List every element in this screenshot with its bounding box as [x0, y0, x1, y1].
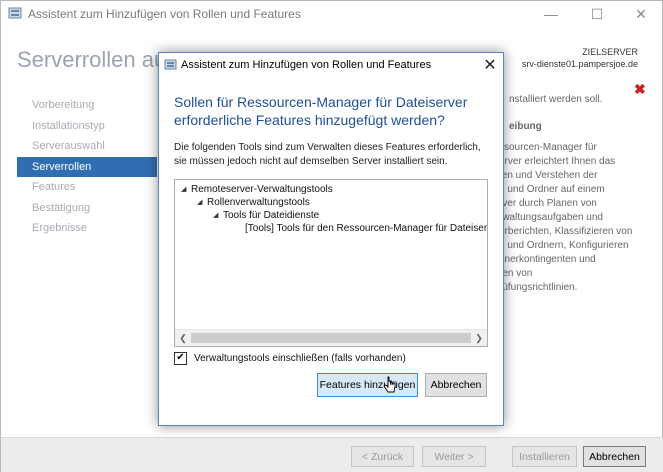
nav-item-vorbereitung[interactable]: Vorbereitung	[17, 95, 157, 116]
tree-item-label: Tools für Dateidienste	[223, 210, 320, 221]
description-text: ssourcen-Manager für erver erleichtert I…	[499, 141, 659, 295]
next-button[interactable]: Weiter >	[422, 446, 486, 467]
expand-triangle-icon[interactable]: ◢	[197, 196, 207, 210]
nav-item-features[interactable]: Features	[17, 177, 157, 198]
description-line: rwaltungsaufgaben und	[499, 212, 603, 223]
tree-item[interactable]: ◢ Tools für Dateidienste	[213, 209, 319, 223]
dialog-info: Die folgenden Tools sind zum Verwalten d…	[174, 141, 494, 168]
description-line: rüfungsrichtlinien.	[499, 282, 578, 293]
include-tools-checkbox[interactable]: ✔	[174, 351, 187, 365]
horizontal-scrollbar[interactable]: ❮ ❯	[175, 329, 487, 346]
dialog-info-line: sie müssen jedoch nicht auf demselben Se…	[174, 155, 448, 167]
dialog-heading-line: erforderliche Features hinzugefügt werde…	[174, 112, 445, 128]
window-titlebar: Assistent zum Hinzufügen von Rollen und …	[1, 1, 663, 27]
install-button[interactable]: Installieren	[512, 446, 577, 467]
server-manager-icon	[8, 7, 22, 19]
tree-item[interactable]: [Tools] Tools für den Ressourcen-Manager…	[245, 222, 488, 236]
scroll-right-icon[interactable]: ❯	[473, 332, 485, 344]
server-manager-icon	[164, 59, 177, 70]
expand-triangle-icon[interactable]: ◢	[181, 183, 191, 197]
maximize-icon[interactable]: ☐	[574, 1, 620, 27]
dialog-titlebar: Assistent zum Hinzufügen von Rollen und …	[159, 53, 503, 77]
expand-triangle-icon[interactable]: ◢	[213, 209, 223, 223]
dialog-close-icon[interactable]: ✕	[479, 55, 501, 75]
description-line: dnerkontingenten und	[499, 254, 596, 265]
instruction-text: nstalliert werden soll.	[509, 94, 603, 105]
target-server-name: srv-dienste01.pampersjoe.de	[521, 59, 638, 69]
dialog-cancel-button[interactable]: Abbrechen	[425, 373, 487, 397]
description-line: erver erleichtert Ihnen das	[499, 156, 616, 167]
dialog-info-line: Die folgenden Tools sind zum Verwalten d…	[174, 142, 481, 153]
description-line: ren von	[499, 268, 533, 279]
dialog-title: Assistent zum Hinzufügen von Rollen und …	[181, 59, 432, 71]
description-heading: eibung	[509, 121, 542, 132]
nav-item-serverauswahl[interactable]: Serverauswahl	[17, 136, 157, 157]
target-server-label: ZIELSERVER	[582, 47, 638, 57]
tree-item[interactable]: ◢ Rollenverwaltungstools	[197, 196, 310, 210]
error-x-icon[interactable]: ✖	[634, 81, 646, 98]
dialog-heading-line: Sollen für Ressourcen-Manager für Dateis…	[174, 94, 468, 110]
add-features-dialog: Assistent zum Hinzufügen von Rollen und …	[158, 52, 504, 426]
tree-item-label: Rollenverwaltungstools	[207, 197, 310, 208]
wizard-cancel-button[interactable]: Abbrechen	[583, 446, 646, 467]
tree-item-label: Remoteserver-Verwaltungstools	[191, 184, 333, 195]
minimize-icon[interactable]: —	[528, 1, 574, 27]
scroll-left-icon[interactable]: ❮	[177, 332, 189, 344]
include-tools-option[interactable]: ✔ Verwaltungstools einschließen (falls v…	[174, 351, 406, 365]
description-line: rver durch Planen von	[499, 198, 597, 209]
nav-item-bestaetigung[interactable]: Bestätigung	[17, 198, 157, 219]
tools-tree[interactable]: ◢ Remoteserver-Verwaltungstools ◢ Rollenve…	[174, 179, 488, 347]
close-icon[interactable]: ✕	[618, 1, 663, 27]
target-server: ZIELSERVER srv-dienste01.pampersjoe.de	[522, 46, 638, 70]
include-tools-label[interactable]: Verwaltungstools einschließen (falls vor…	[194, 353, 406, 364]
scrollbar-thumb[interactable]	[191, 333, 471, 343]
description-line: ssourcen-Manager für	[499, 142, 597, 153]
back-button[interactable]: < Zurück	[351, 446, 414, 467]
nav-item-ergebnisse[interactable]: Ergebnisse	[17, 218, 157, 239]
tree-item[interactable]: ◢ Remoteserver-Verwaltungstools	[181, 183, 333, 197]
mouse-pointer-icon	[383, 376, 396, 393]
description-line: ten und Verstehen der	[499, 170, 598, 181]
dialog-heading: Sollen für Ressourcen-Manager für Dateis…	[174, 93, 494, 129]
wizard-footer: < Zurück Weiter > Installieren Abbrechen	[1, 437, 663, 472]
description-line: n und Ordnern, Konfigurieren	[499, 240, 629, 251]
nav-item-serverrollen[interactable]: Serverrollen	[17, 156, 157, 177]
wizard-nav: Vorbereitung Installationstyp Serverausw…	[17, 95, 157, 239]
tree-item-label: [Tools] Tools für den Ressourcen-Manager…	[245, 223, 488, 234]
window-title: Assistent zum Hinzufügen von Rollen und …	[28, 7, 301, 21]
description-line: erberichten, Klassifizieren von	[499, 226, 633, 237]
nav-item-installationstyp[interactable]: Installationstyp	[17, 116, 157, 137]
add-features-button[interactable]: Features hinzufügen	[317, 373, 418, 397]
description-line: n und Ordner auf einem	[499, 184, 605, 195]
